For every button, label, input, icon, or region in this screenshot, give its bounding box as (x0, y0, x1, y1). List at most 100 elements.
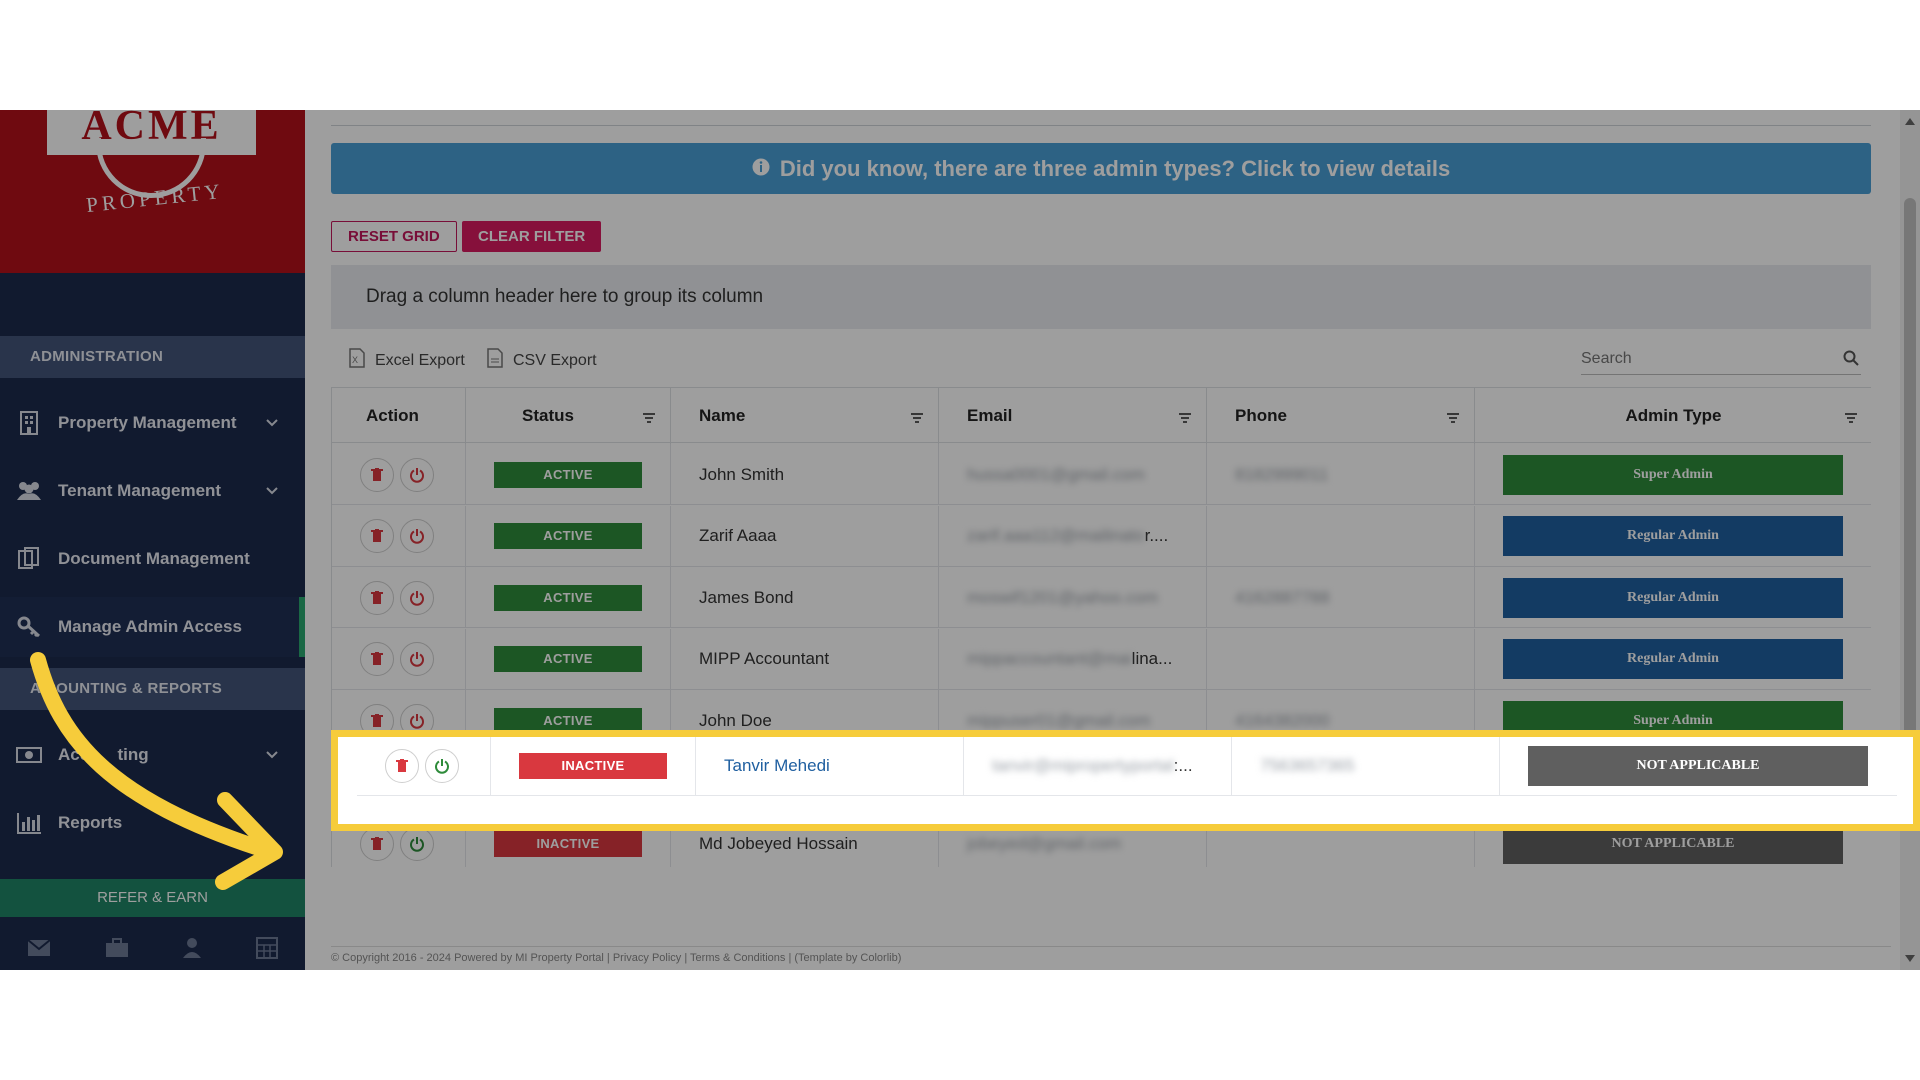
admin-type-badge: NOT APPLICABLE (1528, 745, 1868, 786)
admin-type-badge: Super Admin (1503, 454, 1843, 495)
table-row: ACTIVE John Smith hussa0001@gmail.com 81829… (332, 444, 1871, 505)
sidebar-item-property-management[interactable]: Property Management (0, 393, 305, 453)
sidebar-item-document-management[interactable]: Document Management (0, 529, 305, 589)
delete-button[interactable] (360, 519, 394, 553)
power-icon (410, 836, 424, 852)
user-phone: 4164382000 (1235, 710, 1330, 730)
page-scrollbar[interactable] (1900, 110, 1920, 970)
filter-icon[interactable] (1178, 409, 1192, 429)
search-icon[interactable] (1843, 350, 1859, 371)
delete-button[interactable] (360, 642, 394, 676)
grid-toolbar: X Excel Export CSV Export (331, 329, 1871, 387)
table-row: INACTIVE Tanvir Mehedi tanvir@mipropertypo… (357, 735, 1897, 796)
svg-text:X: X (352, 355, 358, 365)
search-box (1581, 345, 1861, 375)
delete-button[interactable] (385, 748, 419, 783)
user-email-masked: zarif.aaa112@mailinato (967, 526, 1145, 545)
user-name: Tanvir Mehedi (724, 755, 830, 775)
user-name: MIPP Accountant (699, 649, 830, 668)
power-icon (410, 590, 424, 606)
column-label: Status (522, 406, 574, 425)
divider (331, 125, 1871, 126)
search-input[interactable] (1581, 345, 1831, 373)
sidebar-item-tenant-management[interactable]: Tenant Management (0, 461, 305, 521)
column-header-admin-type[interactable]: Admin Type (1475, 388, 1871, 444)
column-label: Email (967, 406, 1013, 425)
delete-button[interactable] (360, 580, 394, 615)
group-by-panel[interactable]: Drag a column header here to group its c… (331, 265, 1871, 329)
filter-icon[interactable] (1844, 409, 1858, 429)
user-email-tail: :... (1173, 755, 1193, 775)
delete-button[interactable] (360, 826, 394, 861)
copyright-footer: © Copyright 2016 - 2024 Powered by MI Pr… (331, 946, 1891, 964)
banner-text: Did you know, there are three admin type… (779, 155, 1451, 181)
toggle-status-button[interactable] (400, 826, 434, 861)
admin-type-badge: Regular Admin (1503, 577, 1843, 618)
csv-export-button[interactable]: CSV Export (487, 348, 597, 373)
toggle-status-button[interactable] (400, 580, 434, 615)
toggle-status-button[interactable] (425, 748, 459, 783)
user-email: jobeyed@gmail.com (967, 833, 1122, 853)
admin-type-badge: Regular Admin (1503, 639, 1843, 679)
tutorial-arrow-icon (30, 652, 283, 890)
chevron-down-icon (265, 481, 279, 501)
user-email: moswif1201@yahoo.com (967, 587, 1159, 607)
table-row: ACTIVE MIPP Accountant mippaccountant@mai l… (332, 628, 1871, 690)
column-header-status[interactable]: Status (466, 388, 671, 444)
status-badge: INACTIVE (494, 830, 642, 857)
user-email: mippuser01@gmail.com (967, 710, 1151, 730)
user-name: John Smith (699, 464, 785, 484)
user-email: hussa0001@gmail.com (967, 464, 1145, 484)
user-name: John Doe (699, 710, 772, 730)
excel-icon: X (349, 348, 365, 373)
documents-icon (0, 547, 58, 571)
filter-icon[interactable] (642, 409, 656, 429)
key-icon (0, 616, 58, 638)
sidebar-item-manage-admin-access[interactable]: Manage Admin Access (0, 597, 305, 657)
scroll-down-arrow-icon[interactable] (1905, 955, 1915, 962)
power-icon (410, 652, 424, 667)
power-icon (410, 713, 424, 729)
building-icon (0, 411, 58, 435)
user-email-masked: tanvir@mipropertyportal (992, 755, 1174, 775)
csv-export-label: CSV Export (513, 351, 597, 369)
status-badge: ACTIVE (494, 646, 642, 672)
status-badge: ACTIVE (494, 523, 642, 549)
column-header-email[interactable]: Email (939, 388, 1207, 444)
user-email-tail: r.... (1144, 526, 1169, 545)
reset-grid-button[interactable]: RESET GRID (331, 221, 457, 252)
clear-filter-button[interactable]: CLEAR FILTER (462, 221, 602, 252)
toggle-status-button[interactable] (400, 642, 434, 676)
excel-export-button[interactable]: X Excel Export (349, 348, 465, 373)
trash-icon (396, 758, 408, 772)
power-icon (410, 529, 424, 544)
info-icon (752, 156, 770, 182)
column-header-name[interactable]: Name (671, 388, 939, 444)
column-header-phone[interactable]: Phone (1207, 388, 1475, 444)
user-email-masked: mippaccountant@mai (967, 649, 1132, 668)
toggle-status-button[interactable] (400, 457, 434, 492)
user-phone: 4162887788 (1235, 587, 1330, 607)
main-content: Did you know, there are three admin type… (305, 110, 1900, 970)
excel-export-label: Excel Export (375, 351, 465, 369)
column-header-action[interactable]: Action (332, 388, 466, 444)
filter-icon[interactable] (910, 409, 924, 429)
grid-header: Action Status Name Email Phone Admin Typ… (332, 387, 1871, 444)
sidebar-item-label: Tenant Management (58, 481, 222, 500)
sidebar-item-label: Document Management (58, 549, 250, 568)
sidebar-item-label: Manage Admin Access (58, 617, 242, 636)
users-icon (0, 480, 58, 502)
scroll-up-arrow-icon[interactable] (1905, 118, 1915, 125)
trash-icon (371, 713, 383, 727)
chevron-down-icon (265, 413, 279, 433)
power-icon (410, 467, 424, 483)
toggle-status-button[interactable] (400, 519, 434, 553)
column-label: Admin Type (1625, 406, 1722, 425)
scroll-thumb[interactable] (1904, 198, 1916, 758)
admin-types-info-banner[interactable]: Did you know, there are three admin type… (331, 143, 1871, 194)
power-icon (435, 758, 449, 774)
logo-area: ACME PROPERTY (0, 110, 305, 273)
delete-button[interactable] (360, 457, 394, 492)
filter-icon[interactable] (1446, 409, 1460, 429)
table-row: ACTIVE Zarif Aaaa zarif.aaa112@mailinato r.… (332, 505, 1871, 567)
